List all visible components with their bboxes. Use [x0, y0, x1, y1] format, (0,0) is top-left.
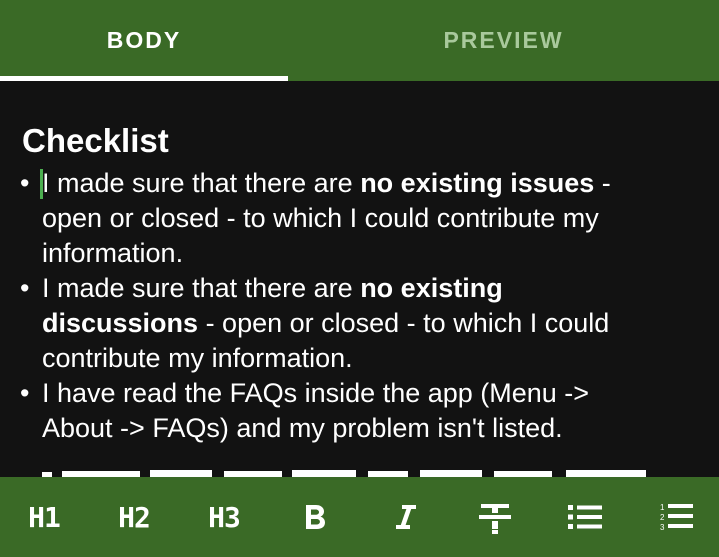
svg-text:3: 3 [660, 523, 665, 532]
heading-1-button[interactable]: H1 [14, 487, 74, 547]
clipped-text-line [42, 470, 646, 477]
italic-button[interactable] [375, 487, 435, 547]
tab-bar: BODY PREVIEW [0, 0, 719, 81]
strikethrough-button[interactable] [465, 487, 525, 547]
svg-text:1: 1 [660, 503, 665, 512]
bullet-marker: • [20, 378, 30, 408]
list-item-line: About -> FAQs) and my problem isn't list… [42, 413, 563, 443]
list-item-line: discussions - open or closed - to which … [42, 308, 610, 338]
bulleted-list-icon [568, 505, 602, 529]
tab-preview[interactable]: PREVIEW [288, 0, 719, 81]
bulleted-list-button[interactable] [555, 487, 615, 547]
list-item-line: I have read the FAQs inside the app (Men… [42, 378, 590, 408]
strikethrough-icon [479, 504, 511, 534]
list-item-line: information. [42, 238, 184, 268]
bullet-marker: • [20, 168, 30, 198]
italic-icon [396, 505, 416, 529]
heading-2-button[interactable]: H2 [104, 487, 164, 547]
list-item-line: I made sure that there are no existing i… [42, 168, 611, 198]
svg-text:2: 2 [660, 513, 665, 522]
bold-icon [306, 505, 325, 529]
editor-heading: Checklist [22, 122, 169, 159]
numbered-list-icon: 1 2 3 [660, 503, 693, 532]
bullet-marker: • [20, 273, 30, 303]
list-item-line: open or closed - to which I could contri… [42, 203, 599, 233]
list-item-line: I made sure that there are no existing [42, 273, 503, 303]
tab-body[interactable]: BODY [0, 0, 288, 81]
numbered-list-button[interactable]: 1 2 3 [646, 487, 706, 547]
formatting-toolbar: H1 H2 H3 1 2 3 [0, 477, 719, 557]
heading-3-button[interactable]: H3 [194, 487, 254, 547]
list-item-line: contribute my information. [42, 343, 353, 373]
bold-button[interactable] [285, 487, 345, 547]
markdown-editor[interactable]: Checklist • I made sure that there are n… [0, 81, 719, 477]
